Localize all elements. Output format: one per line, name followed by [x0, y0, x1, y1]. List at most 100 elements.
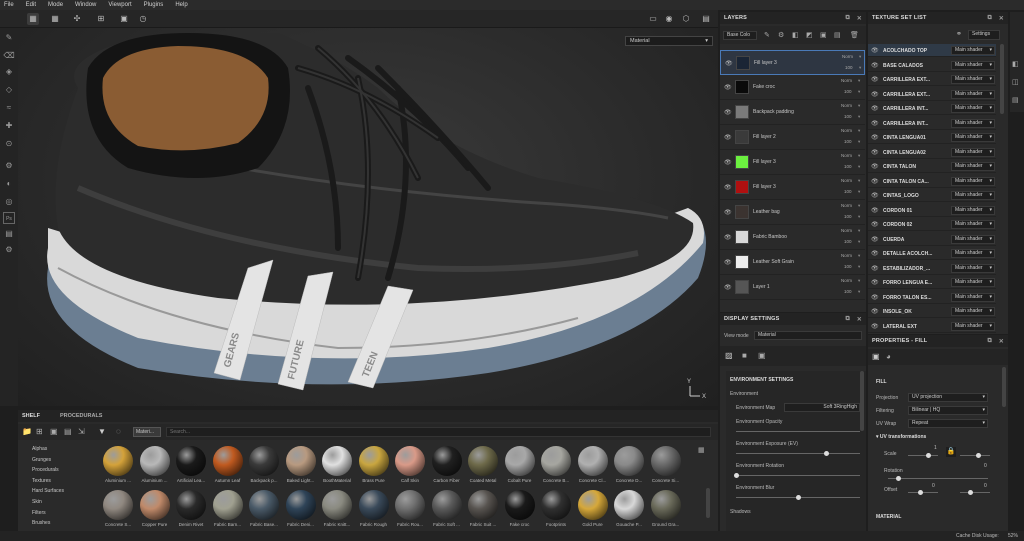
- grid-3x3-icon[interactable]: ▦: [49, 13, 61, 25]
- render-icon[interactable]: ◉: [663, 13, 675, 25]
- material-thumbnail[interactable]: [139, 446, 170, 476]
- texture-set-row[interactable]: 👁 CINTA TALON Main shader ▾: [868, 160, 996, 173]
- filter-icon[interactable]: ▼: [98, 427, 106, 436]
- clone-icon[interactable]: ✚: [3, 120, 15, 132]
- material-thumbnail[interactable]: [541, 490, 571, 520]
- layer-name[interactable]: Fill layer 3: [753, 184, 776, 190]
- shader-select[interactable]: Main shader ▾: [951, 176, 995, 186]
- shelf-category[interactable]: Alphas: [32, 446, 47, 452]
- panel-icon-3[interactable]: ▤: [1012, 96, 1019, 104]
- blend-mode[interactable]: Norm: [841, 153, 852, 158]
- visibility-eye-icon[interactable]: 👁: [725, 60, 733, 67]
- material-thumbnail[interactable]: [249, 446, 279, 476]
- eraser-icon[interactable]: ⌫: [3, 50, 15, 62]
- opacity-dropdown-icon[interactable]: ▾: [859, 65, 861, 71]
- layer-opacity[interactable]: 100: [844, 264, 852, 269]
- texture-set-scrollbar[interactable]: [1000, 44, 1004, 114]
- rotation-knob[interactable]: [896, 476, 901, 481]
- refresh-icon[interactable]: ◌: [116, 427, 121, 436]
- material-thumbnail[interactable]: [176, 446, 206, 476]
- link-icon[interactable]: ⚭: [956, 30, 962, 38]
- frame-icon[interactable]: ▣: [118, 13, 130, 25]
- panel-icon-2[interactable]: ◫: [1012, 78, 1019, 86]
- visibility-eye-icon[interactable]: 👁: [871, 62, 879, 69]
- shader-select[interactable]: Main shader ▾: [951, 292, 995, 302]
- layer-opacity[interactable]: 100: [844, 114, 852, 119]
- texture-set-row[interactable]: 👁 FORRO TALON ES... Main shader ▾: [868, 291, 996, 304]
- float-icon[interactable]: ⧉: [846, 15, 850, 22]
- texture-set-row[interactable]: 👁 CINTA LENGUA01 Main shader ▾: [868, 131, 996, 144]
- float-icon[interactable]: ⧉: [988, 15, 992, 22]
- opacity-dropdown-icon[interactable]: ▾: [858, 289, 860, 295]
- texture-set-name[interactable]: CARRILLERA EXT...: [883, 77, 930, 83]
- snapshot-icon[interactable]: ▤: [700, 13, 712, 25]
- texture-set-row[interactable]: 👁 CINTAS_LOGO Main shader ▾: [868, 189, 996, 202]
- visibility-eye-icon[interactable]: 👁: [871, 192, 879, 199]
- layer-name[interactable]: Leather Soft Grain: [753, 259, 794, 265]
- layer-opacity[interactable]: 100: [844, 89, 852, 94]
- env-rotation-knob[interactable]: [734, 473, 739, 478]
- shader-select[interactable]: Main shader ▾: [951, 60, 995, 70]
- shader-select[interactable]: Main shader ▾: [951, 133, 995, 142]
- material-thumbnail[interactable]: [103, 490, 133, 520]
- material-thumbnail[interactable]: [504, 446, 535, 476]
- material-thumbnail[interactable]: [395, 490, 425, 520]
- layer-row[interactable]: 👁 Fill layer 3 Norm ▾ 100 ▾: [720, 175, 865, 200]
- shelf-category[interactable]: Grunges: [32, 457, 51, 463]
- scale-u-knob[interactable]: [926, 453, 931, 458]
- material-thumbnail[interactable]: [614, 446, 644, 476]
- menu-item-edit[interactable]: Edit: [26, 2, 36, 8]
- camera-icon[interactable]: ⊞: [95, 13, 107, 25]
- collection-icon[interactable]: ▤: [64, 427, 72, 436]
- shelf-category[interactable]: Hard Surfaces: [32, 488, 64, 494]
- opacity-dropdown-icon[interactable]: ▾: [858, 139, 860, 145]
- shelf-category[interactable]: Procedurals: [32, 467, 59, 473]
- material-thumbnail[interactable]: [285, 490, 316, 520]
- export-icon[interactable]: ⇲: [78, 427, 85, 436]
- material-thumbnail[interactable]: [322, 446, 352, 476]
- layer-name[interactable]: Backpack padding: [753, 109, 794, 115]
- visibility-eye-icon[interactable]: 👁: [871, 207, 879, 214]
- texture-set-row[interactable]: 👁 CARRILLERA INT... Main shader ▾: [868, 117, 996, 130]
- material-thumbnail[interactable]: [358, 446, 389, 476]
- visibility-eye-icon[interactable]: 👁: [871, 120, 879, 127]
- projection-select[interactable]: UV projection ▾: [908, 393, 988, 402]
- scale-u-slider[interactable]: [908, 455, 938, 456]
- texture-set-name[interactable]: CUERDA: [883, 237, 904, 243]
- texture-set-name[interactable]: CARRILLERA EXT...: [883, 92, 930, 98]
- visibility-eye-icon[interactable]: 👁: [871, 47, 879, 54]
- export-icon[interactable]: ⬡: [680, 13, 692, 25]
- visibility-eye-icon[interactable]: 👁: [871, 323, 879, 330]
- blend-dropdown-icon[interactable]: ▾: [858, 278, 860, 284]
- layer-name[interactable]: Layer 1: [753, 284, 770, 290]
- material-thumbnail[interactable]: [577, 446, 608, 476]
- shader-select[interactable]: Main shader ▾: [951, 75, 995, 84]
- import-icon[interactable]: ⊞: [36, 427, 43, 436]
- visibility-eye-icon[interactable]: 👁: [871, 91, 879, 98]
- blend-dropdown-icon[interactable]: ▾: [858, 78, 860, 84]
- visibility-eye-icon[interactable]: 👁: [724, 259, 732, 266]
- shader-select[interactable]: Main shader ▾: [951, 147, 995, 157]
- shelf-scrollbar[interactable]: [706, 488, 710, 518]
- offset-y-knob[interactable]: [968, 490, 973, 495]
- visibility-eye-icon[interactable]: 👁: [871, 149, 879, 156]
- shader-select[interactable]: Main shader ▾: [951, 104, 995, 113]
- texture-set-row[interactable]: 👁 CARRILLERA INT... Main shader ▾: [868, 102, 996, 115]
- lock-icon[interactable]: 🔒: [946, 447, 956, 457]
- texture-set-name[interactable]: CARRILLERA INT...: [883, 106, 928, 112]
- layer-name[interactable]: Fill layer 3: [754, 60, 777, 66]
- panel-icon-1[interactable]: ◧: [1012, 60, 1019, 68]
- layer-row[interactable]: 👁 Backpack padding Norm ▾ 100 ▾: [720, 100, 865, 125]
- texture-set-row[interactable]: 👁 CINTA LENGUA02 Main shader ▾: [868, 146, 996, 159]
- shelf-category[interactable]: Brushes: [32, 520, 50, 526]
- viewport-3d[interactable]: GEARS FUTURE TEEN X Y Material ▾: [18, 28, 718, 406]
- texture-set-name[interactable]: DETALLE ACOLCH...: [883, 251, 932, 257]
- brush-icon[interactable]: ✎: [764, 31, 770, 39]
- material-thumbnail[interactable]: [650, 446, 681, 476]
- material-thumbnail[interactable]: [431, 446, 462, 476]
- texture-set-name[interactable]: CORDON 01: [883, 208, 912, 214]
- folder-icon[interactable]: 📁: [22, 427, 32, 436]
- blend-mode[interactable]: Norm: [841, 178, 852, 183]
- blend-mode[interactable]: Norm: [841, 228, 852, 233]
- texture-set-name[interactable]: INSOLE_OK: [883, 309, 912, 315]
